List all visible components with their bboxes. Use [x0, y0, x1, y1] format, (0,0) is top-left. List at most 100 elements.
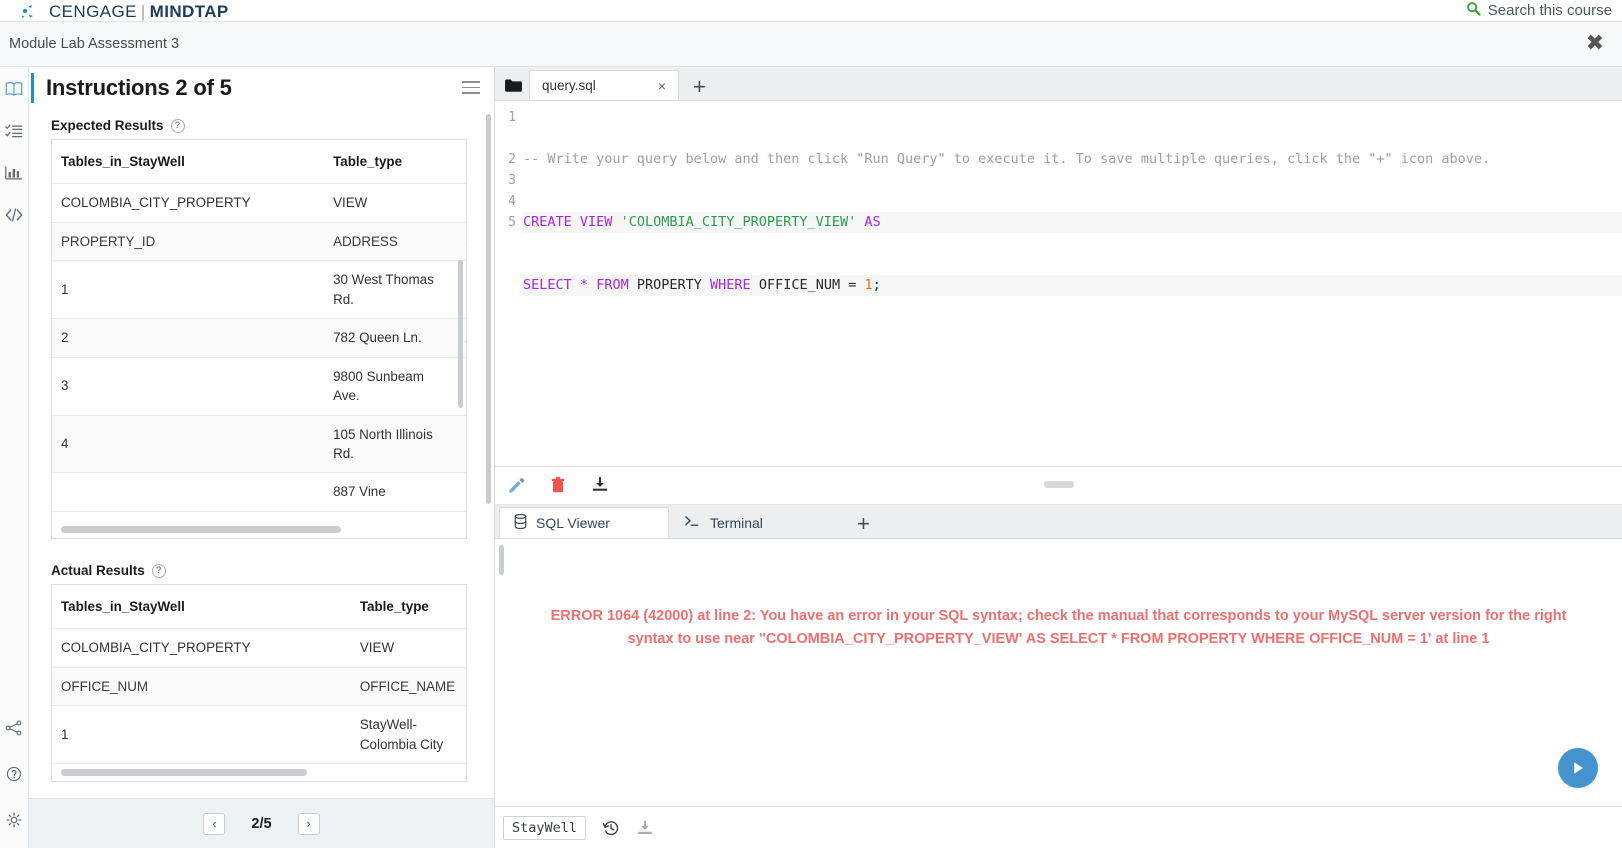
history-icon[interactable]: [602, 819, 620, 837]
file-tab-label: query.sql: [542, 78, 596, 93]
column-header: Tables_in_StayWell: [52, 585, 351, 630]
delete-trash-icon[interactable]: [549, 476, 569, 496]
cell: 4: [52, 415, 325, 474]
accent-bar: [31, 72, 34, 103]
sidebar-item-code[interactable]: [4, 205, 24, 225]
new-output-tab-button[interactable]: +: [839, 513, 884, 538]
brand-name: CENGAGE: [49, 1, 137, 21]
actual-results-title: Actual Results: [51, 563, 145, 578]
cell: ADDRESS: [324, 222, 457, 262]
sidebar-item-checklist[interactable]: [4, 121, 24, 141]
module-title: Module Lab Assessment 3: [9, 36, 180, 52]
question-mark-icon[interactable]: ?: [170, 118, 185, 133]
panel-scrollbar[interactable]: [486, 114, 491, 504]
instructions-panel: Instructions 2 of 5 Expected Results ? T…: [29, 67, 495, 848]
help-icon[interactable]: [4, 764, 24, 784]
sidebar-item-book[interactable]: [4, 79, 24, 99]
instructions-pager: ‹ 2/5 ›: [29, 798, 494, 848]
sql-error-message: ERROR 1064 (42000) at line 2: You have a…: [550, 608, 1567, 647]
expected-results-table: Tables_in_StayWell Table_type COLOMBIA_C…: [52, 140, 466, 512]
brand-bar: CENGAGE | MINDTAP Search this course: [0, 0, 1622, 22]
actual-results-label: Actual Results ?: [51, 563, 482, 578]
column-header: Table_type: [350, 585, 466, 630]
column-header: Tables_in_StayWell: [52, 140, 325, 185]
new-file-tab-button[interactable]: +: [679, 76, 720, 100]
cell: COLOMBIA_CITY_PROPERTY: [52, 183, 325, 223]
table-header-row: Tables_in_StayWell Table_type: [52, 140, 466, 185]
share-icon[interactable]: [4, 718, 24, 738]
brand-logo[interactable]: CENGAGE | MINDTAP: [20, 2, 229, 20]
pager-prev-button[interactable]: ‹: [203, 812, 226, 835]
column-header: Table_type: [324, 140, 457, 185]
cell: StayWell-Colombia City: [350, 705, 466, 765]
hamburger-icon[interactable]: [462, 77, 480, 98]
cell: 30 West Thomas Rd.: [324, 260, 457, 320]
output-tab-row: SQL Viewer Terminal +: [495, 505, 1622, 539]
left-icon-rail: [0, 67, 29, 848]
download-icon[interactable]: [591, 476, 611, 496]
cell: 1: [52, 705, 351, 765]
actual-horizontal-scrollbar[interactable]: [61, 769, 307, 776]
table-header-row: Tables_in_StayWell Table_type: [52, 585, 466, 630]
close-icon[interactable]: ×: [658, 78, 666, 94]
cell: VIEW: [350, 628, 466, 668]
actual-results-table-container: Tables_in_StayWell Table_type COLOMBIA_C…: [51, 584, 467, 782]
sql-viewer-panel: ERROR 1064 (42000) at line 2: You have a…: [495, 539, 1622, 806]
cell: OFFICE_NAME: [350, 667, 466, 707]
panel-resize-handle[interactable]: [1043, 481, 1074, 488]
tab-terminal[interactable]: Terminal: [669, 507, 839, 538]
table-row: 887 Vine: [52, 472, 466, 512]
line-number: 5: [508, 215, 516, 230]
table-row: 4 105 North Illinois Rd. 1750 3: [52, 415, 466, 474]
line-number: 4: [508, 194, 516, 209]
cell: 782 Queen Ln.: [324, 318, 457, 358]
instructions-header: Instructions 2 of 5: [29, 67, 494, 108]
cell: SQR_FT: [456, 222, 466, 262]
table-row: 2 782 Queen Ln. 2100 4: [52, 318, 466, 358]
cell: 105 North Illinois Rd.: [324, 415, 457, 474]
viewer-scrollbar[interactable]: [499, 545, 504, 575]
brand-text: CENGAGE | MINDTAP: [49, 3, 229, 20]
search-label: Search this course: [1487, 2, 1612, 19]
terminal-icon: [684, 514, 701, 531]
cell: 887 Vine: [324, 472, 457, 512]
close-icon[interactable]: ✖: [1586, 33, 1604, 55]
status-bar: StayWell: [495, 806, 1622, 848]
code-line-empty: [523, 401, 1622, 422]
line-number-gutter: 1 2 3 4 5: [495, 101, 523, 466]
tab-sql-viewer[interactable]: SQL Viewer: [499, 507, 669, 538]
edit-pencil-icon[interactable]: [507, 476, 527, 496]
tab-label: Terminal: [710, 514, 763, 531]
question-mark-icon[interactable]: ?: [151, 563, 166, 578]
cell: OFFICE_NUM: [52, 667, 351, 707]
cell: VIEW: [324, 183, 457, 223]
line-number: 3: [508, 173, 516, 188]
code-content[interactable]: -- Write your query below and then click…: [523, 101, 1622, 466]
instructions-body: Expected Results ? Tables_in_StayWell Ta…: [29, 108, 494, 798]
database-name-chip[interactable]: StayWell: [503, 815, 587, 840]
download-icon[interactable]: [636, 819, 654, 837]
table-row: 1 StayWell-Colombia City 1135 N. Wells A…: [52, 705, 466, 765]
editor-tab-row: query.sql × +: [495, 67, 1622, 101]
column-header: [456, 140, 466, 185]
table-row: 1 30 West Thomas Rd. 1600 3: [52, 260, 466, 320]
cell: [52, 472, 325, 512]
expected-horizontal-scrollbar[interactable]: [61, 526, 341, 533]
brand-product: MINDTAP: [149, 1, 229, 21]
search-icon: [1466, 1, 1481, 21]
expected-vertical-scrollbar[interactable]: [458, 260, 463, 408]
module-bar: Module Lab Assessment 3 ✖: [0, 22, 1622, 67]
database-icon: [514, 513, 527, 532]
pager-next-button[interactable]: ›: [297, 812, 320, 835]
expected-results-table-container: Tables_in_StayWell Table_type COLOMBIA_C…: [51, 139, 467, 539]
cell: [456, 472, 466, 512]
search-this-course[interactable]: Search this course: [1466, 1, 1612, 21]
file-tab-query-sql[interactable]: query.sql ×: [529, 70, 679, 100]
cell: [456, 183, 466, 223]
folder-icon[interactable]: [497, 70, 529, 100]
sidebar-item-bar-chart[interactable]: [4, 163, 24, 183]
run-query-button[interactable]: [1558, 748, 1598, 788]
code-editor[interactable]: 1 2 3 4 5 -- Write your query below and …: [495, 101, 1622, 467]
gear-icon[interactable]: [4, 810, 24, 830]
actual-results-table: Tables_in_StayWell Table_type COLOMBIA_C…: [52, 585, 466, 765]
